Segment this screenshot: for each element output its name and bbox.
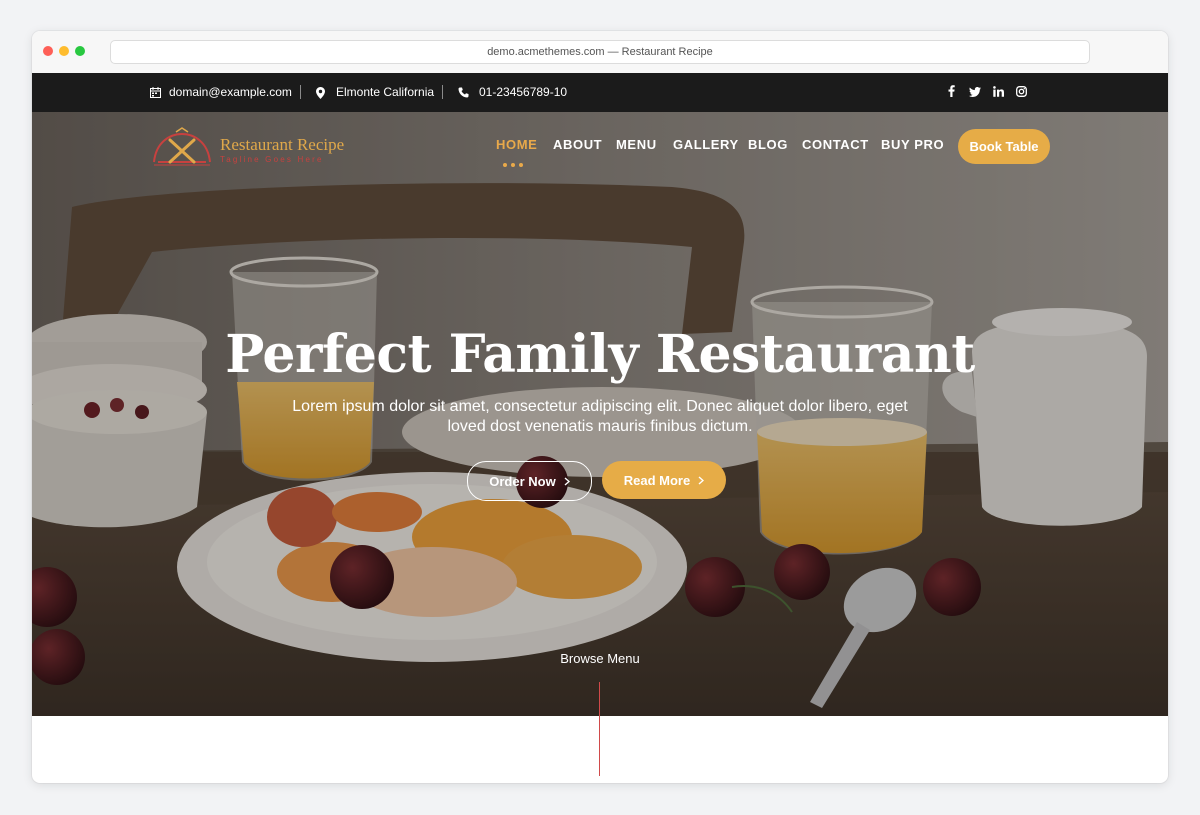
order-now-label: Order Now (489, 473, 556, 489)
email-text: domain@example.com (169, 85, 292, 99)
location-text: Elmonte California (336, 85, 435, 99)
order-now-button[interactable]: Order Now (467, 461, 592, 501)
browser-window: demo.acmethemes.com — Restaurant Recipe … (32, 31, 1168, 783)
crossed-utensils-icon (153, 127, 211, 166)
hero-section: Restaurant Recipe Tagline Goes Here HOME… (32, 112, 1168, 716)
email-contact[interactable]: domain@example.com (150, 73, 292, 112)
divider (442, 85, 443, 99)
maximize-window-button[interactable] (75, 46, 85, 56)
hero-title: Perfect Family Restaurant (225, 324, 975, 385)
nav-item-contact[interactable]: CONTACT (802, 137, 869, 152)
facebook-icon[interactable] (948, 85, 955, 100)
read-more-button[interactable]: Read More (602, 461, 726, 499)
linkedin-icon[interactable] (993, 85, 1004, 100)
nav-item-blog[interactable]: BLOG (748, 137, 788, 152)
nav-item-home[interactable]: HOME (496, 137, 537, 152)
read-more-label: Read More (623, 472, 691, 488)
chevron-right-icon (564, 474, 570, 489)
logo-title: Restaurant Recipe (220, 135, 345, 154)
nav-item-gallery[interactable]: GALLERY (673, 137, 739, 152)
phone-icon (458, 87, 469, 98)
instagram-icon[interactable] (1016, 85, 1027, 100)
map-pin-icon (316, 86, 325, 99)
calendar-icon (150, 87, 161, 98)
active-indicator (503, 163, 523, 167)
location-contact: Elmonte California (316, 73, 434, 112)
chevron-right-icon (698, 473, 705, 488)
scroll-indicator-line (599, 682, 600, 716)
site-logo[interactable]: Restaurant Recipe Tagline Goes Here (150, 124, 380, 168)
divider (300, 85, 301, 99)
phone-text: 01-23456789-10 (479, 85, 568, 99)
scroll-indicator-line-continued (599, 716, 600, 776)
book-table-button[interactable]: Book Table (958, 129, 1050, 164)
browse-menu-link[interactable]: Browse Menu (32, 651, 1168, 666)
phone-contact[interactable]: 01-23456789-10 (458, 73, 567, 112)
twitter-icon[interactable] (969, 86, 981, 100)
browser-chrome: demo.acmethemes.com — Restaurant Recipe (32, 31, 1168, 73)
nav-item-menu[interactable]: MENU (616, 137, 657, 152)
minimize-window-button[interactable] (59, 46, 69, 56)
logo-tagline: Tagline Goes Here (220, 155, 324, 164)
nav-item-about[interactable]: ABOUT (553, 137, 602, 152)
contact-topbar: domain@example.com Elmonte California 01… (32, 73, 1168, 112)
nav-item-buy-pro[interactable]: BUY PRO (881, 137, 944, 152)
hero-subtitle: Lorem ipsum dolor sit amet, consectetur … (292, 398, 908, 435)
social-links (948, 73, 1027, 112)
address-bar[interactable]: demo.acmethemes.com — Restaurant Recipe (110, 40, 1090, 64)
close-window-button[interactable] (43, 46, 53, 56)
